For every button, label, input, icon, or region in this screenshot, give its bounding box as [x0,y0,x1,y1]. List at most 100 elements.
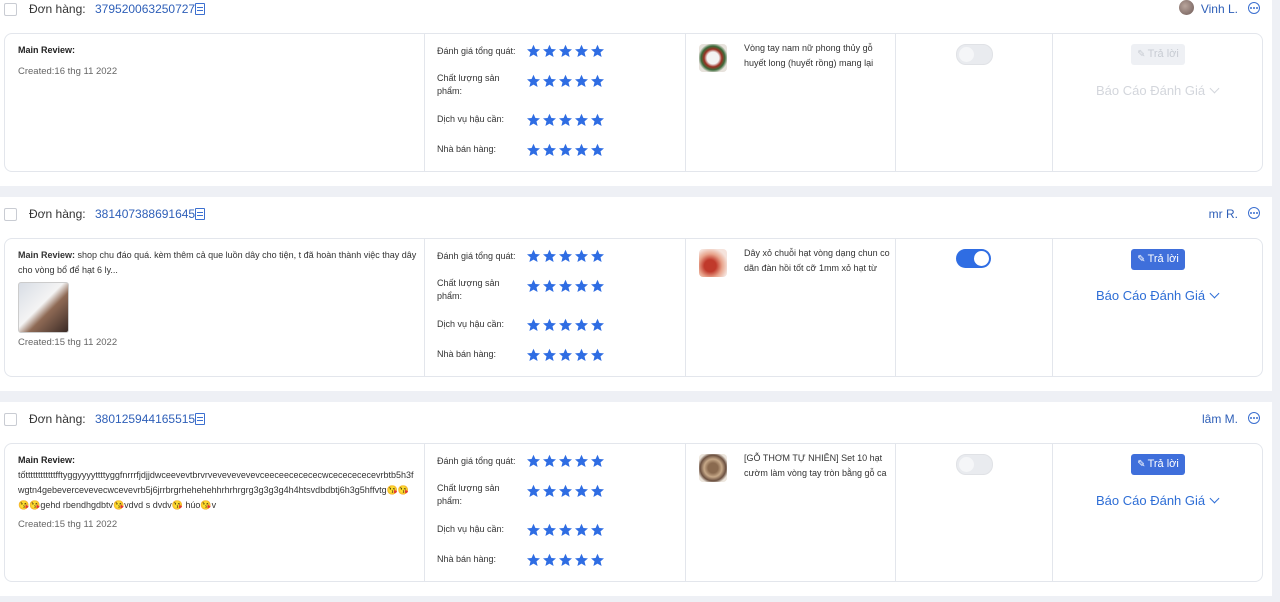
star-icon [590,143,605,157]
review-card: Main Review: Created:16 thg 11 2022 Đánh… [4,33,1263,172]
star-icon [542,348,557,362]
star-icon [574,318,589,332]
rating-logistics [526,113,605,127]
order-label: Đơn hàng: [29,207,86,221]
star-icon [542,523,557,537]
star-icon [558,143,573,157]
review-block: Đơn hàng: 380125944165515 lâm M. Main Re… [0,402,1272,596]
rating-quality [526,279,605,293]
star-icon [574,348,589,362]
reply-button[interactable]: ✎ Trả lời [1131,454,1185,475]
star-icon [558,454,573,468]
star-icon [526,553,541,567]
copy-icon[interactable] [195,413,205,425]
star-icon [526,348,541,362]
more-options-icon[interactable] [1248,207,1260,219]
order-id-link[interactable]: 381407388691645 [95,207,195,221]
rating-label-quality: Chất lượng sản phẩm: [437,483,500,506]
star-icon [590,348,605,362]
report-review-dropdown[interactable]: Báo Cáo Đánh Giá [1096,493,1220,508]
user-name[interactable]: lâm M. [1202,412,1238,426]
report-review-dropdown[interactable]: Báo Cáo Đánh Giá [1096,83,1220,98]
star-icon [542,553,557,567]
star-icon [558,523,573,537]
order-header: Đơn hàng: 381407388691645 mr R. [0,197,1272,221]
star-icon [558,553,573,567]
product-thumbnail[interactable] [699,249,727,277]
star-icon [574,143,589,157]
review-block: Đơn hàng: 381407388691645 mr R. Main Rev… [0,197,1272,391]
star-icon [542,143,557,157]
order-header: Đơn hàng: 380125944165515 lâm M. [0,402,1272,426]
toggle-switch[interactable] [956,454,993,475]
rating-label-logistics: Dịch vụ hậu cần: [437,524,505,534]
rating-label-seller: Nhà bán hàng: [437,554,497,564]
chevron-down-icon [1209,493,1220,504]
star-icon [574,44,589,58]
toggle-switch[interactable] [956,249,991,268]
review-text: tốttttttttttttfftyggyyyyttttyggfnrrrfjdj… [18,470,414,510]
rating-label-seller: Nhà bán hàng: [437,349,497,359]
star-icon [542,484,557,498]
select-checkbox[interactable] [4,3,17,16]
product-thumbnail[interactable] [699,454,727,482]
order-label: Đơn hàng: [29,2,86,16]
rating-label-quality: Chất lượng sản phẩm: [437,73,500,96]
more-options-icon[interactable] [1248,2,1260,14]
product-name[interactable]: Vòng tay nam nữ phong thủy gỗ huyết long… [744,41,891,71]
copy-icon[interactable] [195,208,205,220]
star-icon [526,113,541,127]
star-icon [558,348,573,362]
star-icon [526,454,541,468]
copy-icon[interactable] [195,3,205,15]
pen-icon: ✎ [1137,459,1146,470]
star-icon [574,523,589,537]
review-title: Main Review: [18,455,76,465]
star-icon [590,454,605,468]
review-photo[interactable] [18,282,69,333]
rating-overall [526,454,605,468]
star-icon [542,318,557,332]
more-options-icon[interactable] [1248,412,1260,424]
rating-label-overall: Đánh giá tổng quát: [437,456,516,466]
order-id-link[interactable]: 379520063250727 [95,2,195,16]
star-icon [542,454,557,468]
rating-label-logistics: Dịch vụ hậu cần: [437,319,505,329]
user-name[interactable]: mr R. [1209,207,1238,221]
product-name[interactable]: [GỖ THƠM TỰ NHIÊN] Set 10 hạt cườm làm v… [744,451,891,481]
rating-overall [526,44,605,58]
star-icon [526,74,541,88]
star-icon [590,484,605,498]
product-name[interactable]: Dây xỏ chuỗi hạt vòng dạng chun co dãn đ… [744,246,891,276]
star-icon [542,249,557,263]
star-icon [542,113,557,127]
review-title: Main Review: [18,45,76,55]
product-thumbnail[interactable] [699,44,727,72]
user-name[interactable]: Vinh L. [1201,2,1238,16]
chevron-down-icon [1209,288,1220,299]
star-icon [558,113,573,127]
rating-label-overall: Đánh giá tổng quát: [437,46,516,56]
report-review-dropdown[interactable]: Báo Cáo Đánh Giá [1096,288,1220,303]
reply-button[interactable]: ✎ Trả lời [1131,249,1185,270]
star-icon [574,249,589,263]
star-icon [590,553,605,567]
star-icon [526,143,541,157]
select-checkbox[interactable] [4,413,17,426]
order-id-link[interactable]: 380125944165515 [95,412,195,426]
created-date: Created:15 thg 11 2022 [18,337,118,348]
star-icon [558,318,573,332]
pen-icon: ✎ [1137,49,1146,60]
star-icon [542,279,557,293]
order-label: Đơn hàng: [29,412,86,426]
chevron-down-icon [1209,83,1220,94]
toggle-switch[interactable] [956,44,993,65]
select-checkbox[interactable] [4,208,17,221]
reply-button[interactable]: ✎ Trả lời [1131,44,1185,65]
rating-overall [526,249,605,263]
star-icon [574,484,589,498]
review-card: Main Review: tốttttttttttttfftyggyyyyttt… [4,443,1263,582]
star-icon [590,523,605,537]
star-icon [558,279,573,293]
rating-logistics [526,523,605,537]
